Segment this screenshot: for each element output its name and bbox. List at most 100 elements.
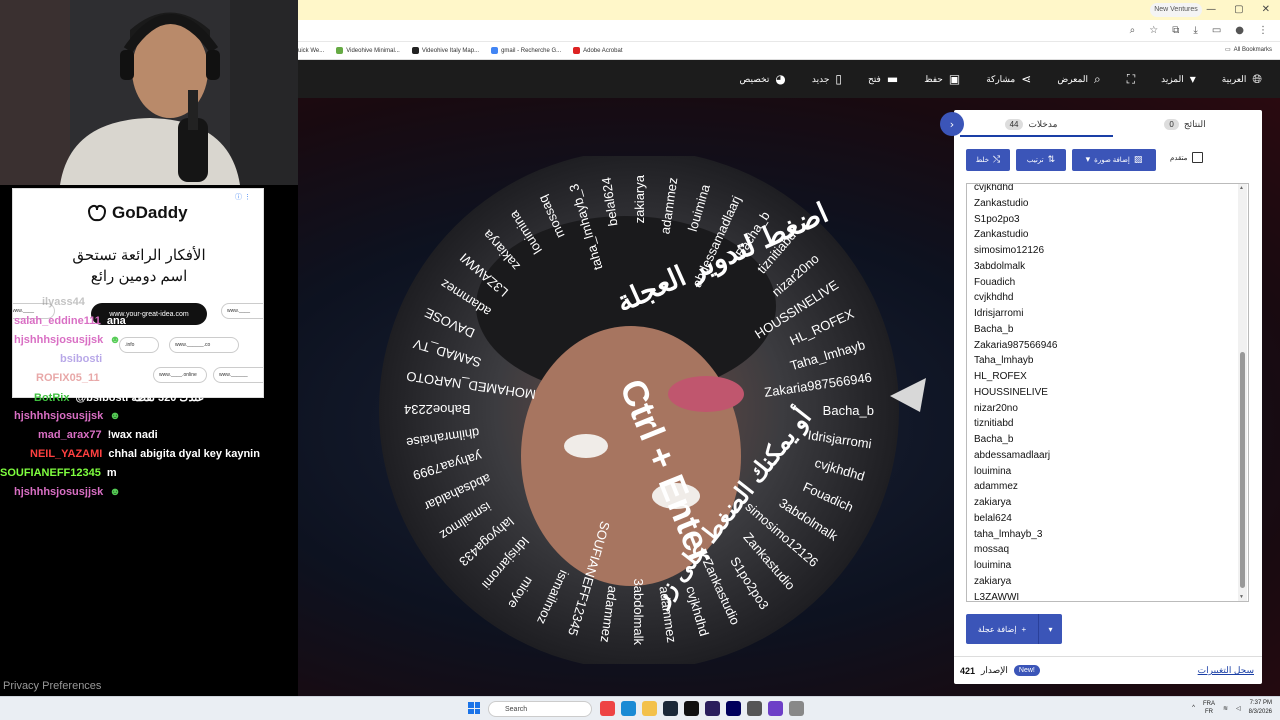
entry-line: Fouadich (974, 276, 1016, 288)
chevron-up-icon[interactable]: ^ (1192, 705, 1195, 711)
menu-new[interactable]: ▯ جديد (812, 72, 842, 86)
steam-icon[interactable] (663, 701, 678, 716)
menu-open[interactable]: ▬ فتح (868, 72, 898, 86)
scroll-thumb[interactable] (1240, 352, 1245, 588)
panel-footer: 421 الإصدار New! سجل التغييرات (954, 656, 1262, 684)
menu-customize[interactable]: ◕ تخصيص (740, 72, 786, 86)
ad-headline-1: الأفكار الرائعة تستحق (72, 247, 206, 264)
add-wheel-button[interactable]: إضافة عجلة + (966, 614, 1038, 644)
menu-save[interactable]: ▣ حفظ (924, 72, 960, 86)
bookmark-item[interactable]: Videohive Minimal... (336, 47, 400, 54)
bookmark-item[interactable]: gmail - Recherche G... (491, 47, 561, 54)
notepad-icon[interactable] (789, 701, 804, 716)
download-icon[interactable]: ⤓ (1193, 25, 1197, 36)
shuffle-button[interactable]: خلط ⤭ (966, 149, 1010, 171)
premiere-icon[interactable] (705, 701, 720, 716)
chrome-icon[interactable] (600, 701, 615, 716)
all-bookmarks-label: All Bookmarks (1233, 46, 1272, 53)
photoshop-icon[interactable] (726, 701, 741, 716)
profile-icon[interactable]: ● (1235, 25, 1244, 36)
tab-entries[interactable]: 44 مدخلات (954, 110, 1108, 138)
tab-results[interactable]: 0 النتائج (1108, 110, 1262, 138)
clock[interactable]: 7:37 PM 8/3/2026 (1249, 699, 1272, 717)
extensions-icon[interactable]: ⧉ (1172, 25, 1179, 36)
advanced-checkbox[interactable] (1192, 152, 1204, 163)
obs-icon[interactable] (768, 701, 783, 716)
address-bar[interactable]: ⌕ ☆ ⧉ ⤓ ▭ ● ⋮ (298, 20, 1280, 42)
menu-fullscreen[interactable]: ⛶ (1127, 72, 1135, 87)
chat-user: NEIL_YAZAMI (30, 448, 103, 460)
bookmarks-bar: uick We... Videohive Minimal... Videohiv… (298, 42, 1280, 60)
app-header: 🌐︎ العربية ▾ المزيد ⛶ ⌕ المعرض ⋖ مشاركة ▣ حفظ… (298, 60, 1280, 98)
wheel-graphic[interactable]: Bacha_bIdrisjarromicvjkhdhdFouadich3abdo… (376, 150, 902, 670)
scroll-down-icon[interactable]: ▼ (1239, 594, 1244, 600)
star-icon[interactable]: ☆ (1149, 25, 1158, 36)
add-wheel-dropdown[interactable]: ▾ (1038, 614, 1062, 644)
entry-line: cvjkhdhd (974, 183, 1014, 193)
tab-label: النتائج (1183, 118, 1206, 129)
zoom-icon[interactable]: ⌕ (1130, 25, 1136, 36)
chat-line: ilyass44 (42, 296, 85, 308)
settings-icon[interactable] (747, 701, 762, 716)
advanced-toggle[interactable]: متقدم (1170, 152, 1204, 163)
add-image-button[interactable]: ▾ إضافة صورة ▨ (1072, 149, 1156, 171)
panel-tabs: 44 مدخلات 0 النتائج (954, 110, 1262, 138)
add-wheel-control: إضافة عجلة + ▾ (966, 614, 1062, 644)
sidebar-icon[interactable]: ▭ (1212, 25, 1221, 36)
wifi-icon[interactable]: ≋ (1223, 705, 1228, 712)
new-ventures-pill[interactable]: New Ventures (1150, 3, 1202, 17)
new-badge: New! (1013, 665, 1040, 676)
ad-info-icon[interactable]: ⓘ ⋮ (235, 192, 251, 202)
wheel-name-label: zakiarya (632, 174, 647, 223)
bookmark-item[interactable]: Adobe Acrobat (573, 47, 623, 54)
menu-more[interactable]: ▾ المزيد (1161, 72, 1196, 86)
entries-textarea[interactable]: cvjkhdhd Zankastudio S1po2po3 Zankastudio si… (966, 183, 1249, 602)
scroll-up-icon[interactable]: ▲ (1239, 185, 1244, 191)
menu-label: حفظ (924, 73, 943, 84)
volume-icon[interactable]: ◁ (1236, 705, 1241, 712)
entries-scrollbar[interactable]: ▲ ▼ (1238, 184, 1247, 601)
menu-share[interactable]: ⋖ مشاركة (986, 72, 1031, 86)
windows-start-icon[interactable] (468, 702, 480, 714)
entry-line: Idrisjarromi (974, 308, 1024, 319)
entry-line: L3ZAWWI (974, 591, 1020, 602)
menu-gallery[interactable]: ⌕ المعرض (1057, 72, 1100, 87)
chat-message: wax nadi (105, 372, 153, 384)
entry-line: HL_ROFEX (974, 371, 1027, 382)
chat-user: hjshhhsjosusjjsk (14, 486, 104, 498)
taskbar-search[interactable]: Search (488, 701, 592, 717)
godaddy-logo-icon (88, 204, 106, 222)
emote-icon: ☻ (109, 334, 121, 346)
language-indicator[interactable]: FRA FR (1203, 700, 1215, 716)
stream-chat: ilyass44 salah_eddine111 ana hjshhhsjosus… (0, 296, 298, 506)
chat-user: BotRix (34, 391, 70, 404)
privacy-preferences-link[interactable]: Privacy Preferences (3, 680, 101, 692)
maximize-icon[interactable]: ▢ (1234, 4, 1243, 15)
changelog-link[interactable]: سجل التغييرات (1198, 665, 1254, 676)
chat-message: !wax nadi (107, 429, 158, 441)
epic-icon[interactable] (684, 701, 699, 716)
file-explorer-icon[interactable] (642, 701, 657, 716)
globe-icon: 🌐︎ (1252, 71, 1262, 86)
close-icon[interactable]: ✕ (1262, 4, 1270, 15)
chat-message: @bsibosti عندك 320 نقطة (75, 392, 205, 404)
bookmark-item[interactable]: uick We... (298, 48, 324, 54)
address-bar-icons: ⌕ ☆ ⧉ ⤓ ▭ ● ⋮ (1130, 25, 1268, 36)
chat-line: salah_eddine111 ana (14, 315, 126, 327)
menu-dots-icon[interactable]: ⋮ (1258, 25, 1268, 36)
bookmark-item[interactable]: Videohive Italy Map... (411, 47, 479, 54)
entry-line: HOUSSINELIVE (974, 386, 1048, 398)
entry-line: adammez (974, 481, 1018, 493)
bookmark-icon (411, 47, 419, 54)
wheel-name-label: Bahoe2234 (404, 402, 471, 417)
all-bookmarks[interactable]: ▭ All Bookmarks (1225, 46, 1272, 54)
edge-icon[interactable] (621, 701, 636, 716)
menu-language[interactable]: 🌐︎ العربية (1222, 72, 1262, 87)
chat-line: hjshhhsjosusjjsk ☻ (14, 334, 121, 346)
chat-user: ilyass44 (42, 296, 85, 308)
spin-wheel[interactable]: Bacha_b Idrisjarromi cvjkhdhd Fouadich 3abdo… (376, 150, 902, 670)
entry-line: Bacha_b (974, 434, 1014, 445)
minimize-icon[interactable]: — (1206, 4, 1216, 15)
sort-button[interactable]: ترتيب ⇅ (1016, 149, 1066, 171)
wheel-photo-mouth (668, 376, 744, 412)
